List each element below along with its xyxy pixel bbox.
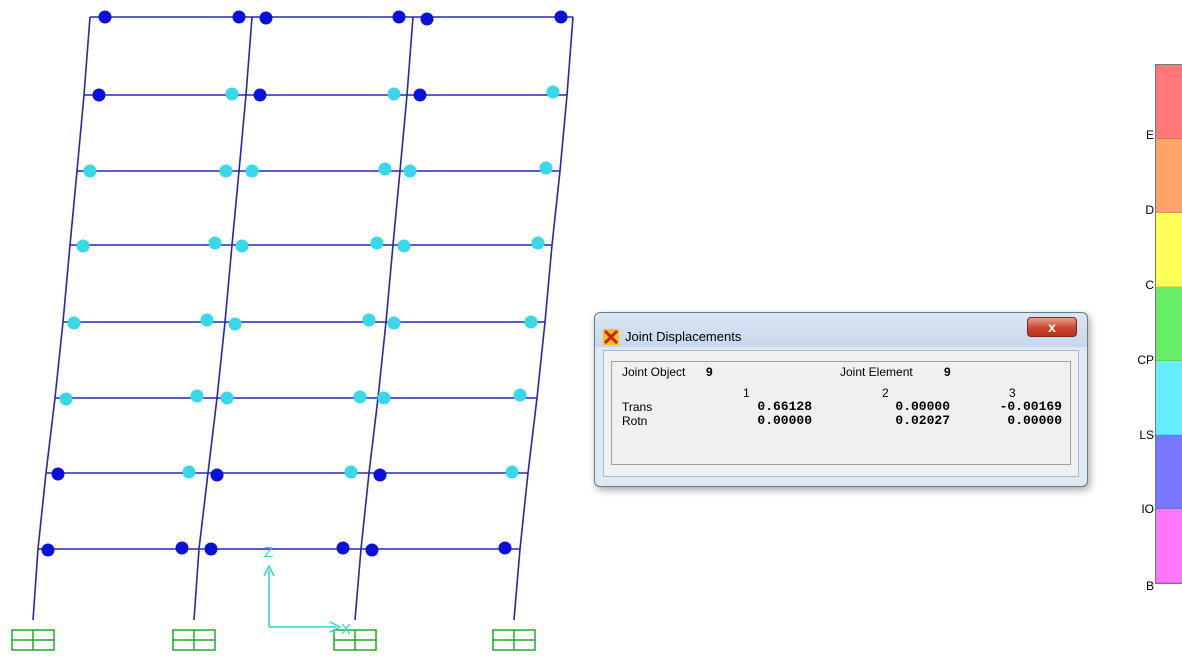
hinge-io bbox=[420, 12, 434, 26]
supports bbox=[11, 629, 536, 651]
legend-label-e: E bbox=[1145, 128, 1154, 142]
legend-swatch bbox=[1156, 213, 1182, 287]
hinge-io bbox=[41, 543, 55, 557]
support-4 bbox=[492, 629, 536, 651]
hinge-ls bbox=[59, 392, 73, 406]
trans-value-3: -0.00169 bbox=[999, 399, 1062, 414]
hinge-ls bbox=[513, 388, 527, 402]
hinge-ls bbox=[353, 390, 367, 404]
hinge-ls bbox=[531, 236, 545, 250]
hinge-io bbox=[554, 10, 568, 24]
hinge-io bbox=[365, 543, 379, 557]
hinge-io bbox=[413, 88, 427, 102]
close-button[interactable]: x bbox=[1027, 317, 1077, 337]
column-header-2: 2 bbox=[882, 386, 889, 400]
hinge-io bbox=[336, 541, 350, 555]
hinge-io bbox=[253, 88, 267, 102]
x-axis-label: X bbox=[341, 621, 351, 638]
hinge-ls bbox=[378, 162, 392, 176]
plastic-hinges bbox=[41, 10, 568, 557]
hinge-io bbox=[51, 467, 65, 481]
hinge-io bbox=[259, 11, 273, 25]
hinge-ls bbox=[387, 87, 401, 101]
dialog-title: Joint Displacements bbox=[625, 329, 742, 344]
row-label-rotn: Rotn bbox=[622, 414, 648, 428]
axis-triad: Z X bbox=[263, 544, 351, 638]
hinge-ls bbox=[235, 239, 249, 253]
hinge-legend-bar bbox=[1155, 64, 1182, 584]
hinge-ls bbox=[387, 316, 401, 330]
hinge-io bbox=[373, 468, 387, 482]
app-icon bbox=[603, 329, 619, 345]
column-4 bbox=[513, 16, 574, 621]
legend-swatch bbox=[1156, 287, 1182, 361]
hinge-io bbox=[498, 541, 512, 555]
rotn-value-3: 0.00000 bbox=[1007, 413, 1062, 428]
trans-value-1: 0.66128 bbox=[757, 399, 812, 414]
legend-label-c: C bbox=[1145, 278, 1154, 292]
joint-displacements-dialog: Joint Displacements x Joint Object 9 Joi… bbox=[594, 312, 1088, 487]
hinge-io bbox=[92, 88, 106, 102]
hinge-io bbox=[210, 468, 224, 482]
hinge-ls bbox=[182, 465, 196, 479]
legend-swatch bbox=[1156, 65, 1182, 139]
hinge-ls bbox=[83, 164, 97, 178]
legend-label-io: IO bbox=[1141, 502, 1154, 516]
hinge-ls bbox=[370, 236, 384, 250]
rotn-value-1: 0.00000 bbox=[757, 413, 812, 428]
displacement-group: Joint Object 9 Joint Element 9 1 2 3 Tra… bbox=[611, 361, 1071, 465]
hinge-ls bbox=[539, 161, 553, 175]
legend-swatch bbox=[1156, 509, 1182, 583]
legend-swatch bbox=[1156, 361, 1182, 435]
hinge-io bbox=[204, 542, 218, 556]
joint-element-value: 9 bbox=[944, 365, 951, 379]
hinge-ls bbox=[208, 236, 222, 250]
column-1 bbox=[32, 16, 91, 621]
legend-label-cp: CP bbox=[1137, 353, 1154, 367]
legend-label-b: B bbox=[1145, 579, 1154, 593]
joint-object-value: 9 bbox=[706, 365, 713, 379]
hinge-ls bbox=[377, 391, 391, 405]
frame-members bbox=[32, 16, 574, 621]
hinge-io bbox=[392, 10, 406, 24]
hinge-ls bbox=[220, 391, 234, 405]
support-2 bbox=[172, 629, 216, 651]
hinge-ls bbox=[403, 164, 417, 178]
hinge-ls bbox=[225, 87, 239, 101]
hinge-ls bbox=[219, 164, 233, 178]
legend-swatch bbox=[1156, 435, 1182, 509]
legend-label-ls: LS bbox=[1139, 428, 1154, 442]
hinge-ls bbox=[245, 164, 259, 178]
hinge-ls bbox=[67, 316, 81, 330]
hinge-ls bbox=[228, 317, 242, 331]
column-header-1: 1 bbox=[743, 386, 750, 400]
joint-element-label: Joint Element bbox=[840, 365, 913, 379]
hinge-ls bbox=[344, 465, 358, 479]
hinge-io bbox=[98, 10, 112, 24]
hinge-ls bbox=[200, 313, 214, 327]
joint-object-label: Joint Object bbox=[622, 365, 686, 379]
legend-label-d: D bbox=[1145, 203, 1154, 217]
column-header-3: 3 bbox=[1009, 386, 1016, 400]
hinge-ls bbox=[362, 313, 376, 327]
hinge-ls bbox=[397, 239, 411, 253]
legend-swatch bbox=[1156, 139, 1182, 213]
z-axis-label: Z bbox=[264, 544, 273, 561]
support-1 bbox=[11, 629, 55, 651]
rotn-value-2: 0.02027 bbox=[895, 413, 950, 428]
dialog-body: Joint Object 9 Joint Element 9 1 2 3 Tra… bbox=[603, 350, 1079, 477]
hinge-ls bbox=[190, 389, 204, 403]
hinge-ls bbox=[524, 315, 538, 329]
hinge-ls bbox=[546, 85, 560, 99]
dialog-titlebar[interactable]: Joint Displacements x bbox=[595, 313, 1087, 347]
trans-value-2: 0.00000 bbox=[895, 399, 950, 414]
hinge-io bbox=[175, 541, 189, 555]
hinge-ls bbox=[76, 239, 90, 253]
hinge-io bbox=[232, 10, 246, 24]
row-label-trans: Trans bbox=[622, 400, 653, 414]
hinge-ls bbox=[505, 465, 519, 479]
